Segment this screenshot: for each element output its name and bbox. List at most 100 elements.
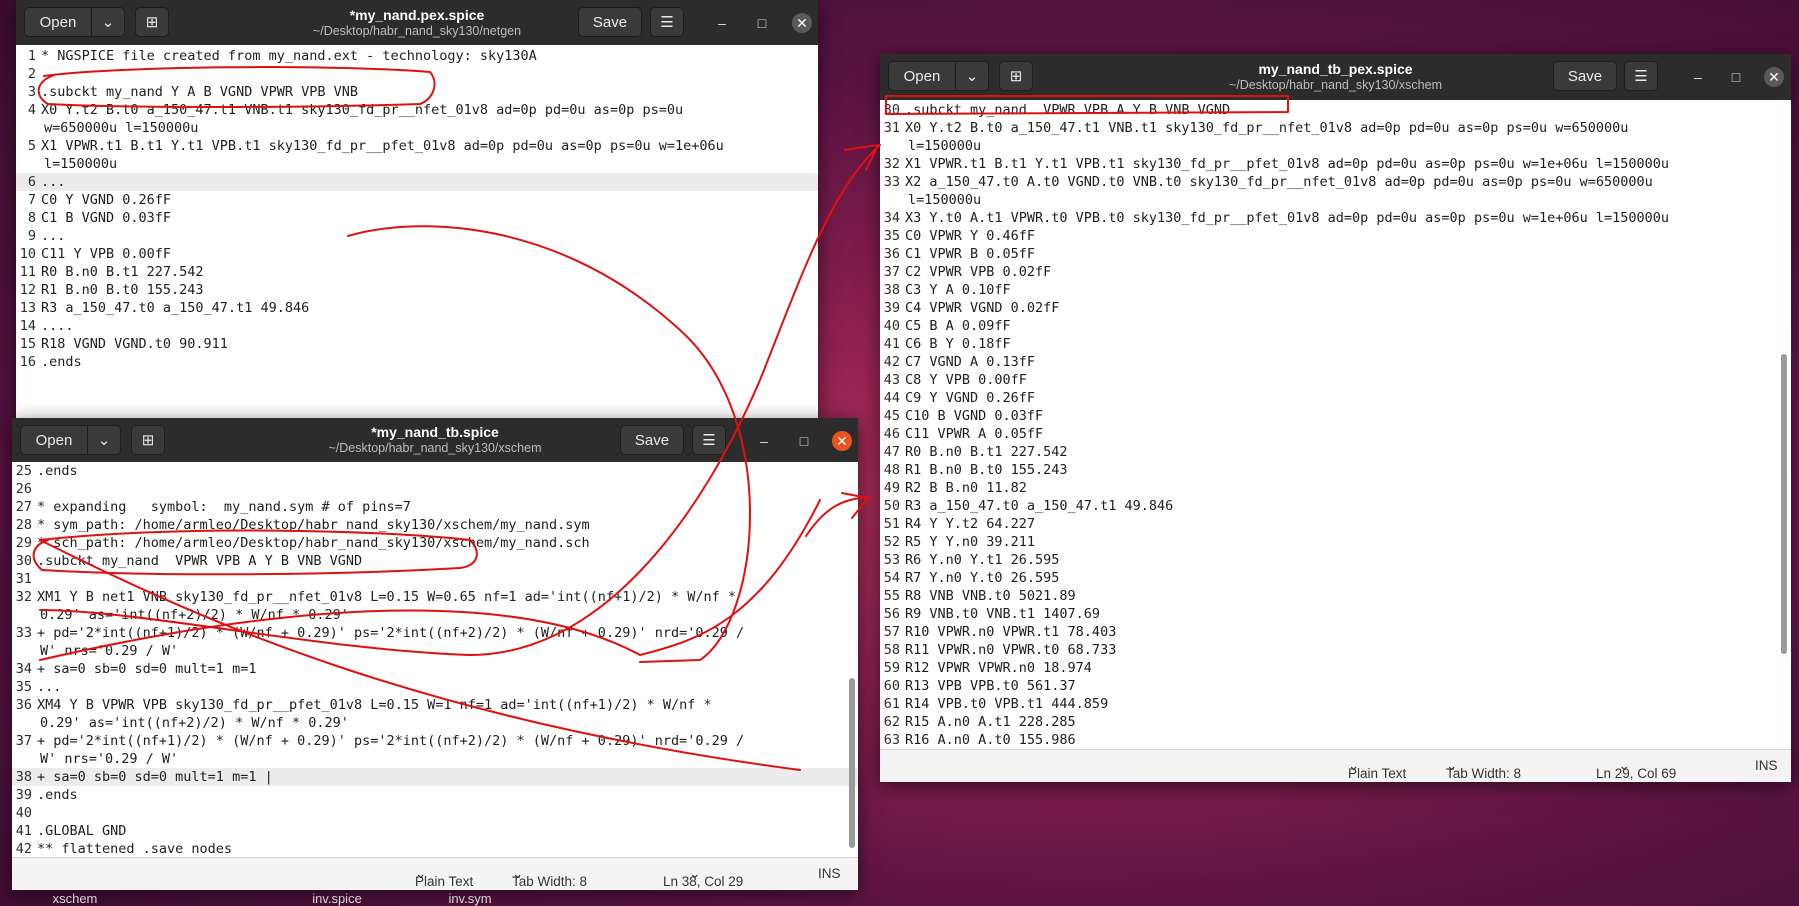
code-line[interactable]: 32 XM1 Y B net1 VNB sky130_fd_pr__nfet_01… xyxy=(12,588,858,606)
code-line[interactable]: 50 R3 a_150_47.t0 a_150_47.t1 49.846 xyxy=(880,497,1791,515)
code-line[interactable]: 39 .ends xyxy=(12,786,858,804)
code-line[interactable]: 55 R8 VNB VNB.t0 5021.89 xyxy=(880,587,1791,605)
menu-button[interactable]: ☰ xyxy=(650,7,684,37)
code-line[interactable]: 4 X0 Y.t2 B.t0 a_150_47.t1 VNB.t1 sky130_… xyxy=(16,101,818,119)
code-line[interactable]: 41 C6 B Y 0.18fF xyxy=(880,335,1791,353)
cursor-position[interactable]: Ln 29, Col 69 ⌄ xyxy=(1596,758,1676,781)
code-line[interactable]: 31 X0 Y.t2 B.t0 a_150_47.t1 VNB.t1 sky130… xyxy=(880,119,1791,137)
code-line[interactable]: 3 .subckt my_nand Y A B VGND VPWR VPB VNB xyxy=(16,83,818,101)
maximize-button[interactable]: □ xyxy=(794,431,814,451)
code-line[interactable]: 1 * NGSPICE file created from my_nand.ext… xyxy=(16,47,818,65)
minimize-button[interactable]: – xyxy=(1688,67,1708,87)
code-line[interactable]: 31 xyxy=(12,570,858,588)
code-line[interactable]: 37 + pd='2*int((nf+1)/2) * (W/nf + 0.29)'… xyxy=(12,732,858,750)
scrollbar[interactable] xyxy=(1781,354,1787,654)
code-line[interactable]: 39 C4 VPWR VGND 0.02fF xyxy=(880,299,1791,317)
save-button[interactable]: Save xyxy=(1553,61,1617,91)
code-line[interactable]: 8 C1 B VGND 0.03fF xyxy=(16,209,818,227)
code-line[interactable]: 29 * sch_path: /home/armleo/Desktop/habr_… xyxy=(12,534,858,552)
code-line[interactable]: 9... xyxy=(16,227,818,245)
code-line[interactable]: 7 C0 Y VGND 0.26fF xyxy=(16,191,818,209)
tab-width-selector[interactable]: Tab Width: 8 ⌄ xyxy=(512,866,587,889)
code-line[interactable]: 35 C0 VPWR Y 0.46fF xyxy=(880,227,1791,245)
code-line[interactable]: 11 R0 B.n0 B.t1 227.542 xyxy=(16,263,818,281)
code-line[interactable]: 58 R11 VPWR.n0 VPWR.t0 68.733 xyxy=(880,641,1791,659)
code-line[interactable]: 41 .GLOBAL GND xyxy=(12,822,858,840)
code-line[interactable]: 44 C9 Y VGND 0.26fF xyxy=(880,389,1791,407)
code-line[interactable]: 52 R5 Y Y.n0 39.211 xyxy=(880,533,1791,551)
code-line[interactable]: 45 C10 B VGND 0.03fF xyxy=(880,407,1791,425)
code-line[interactable]: 34 X3 Y.t0 A.t1 VPWR.t0 VPB.t0 sky130_fd_… xyxy=(880,209,1791,227)
code-line[interactable]: 47 R0 B.n0 B.t1 227.542 xyxy=(880,443,1791,461)
text-editor[interactable]: 1 * NGSPICE file created from my_nand.ext… xyxy=(16,45,818,420)
code-line[interactable]: 43 C8 Y VPB 0.00fF xyxy=(880,371,1791,389)
code-line[interactable]: 49 R2 B B.n0 11.82 xyxy=(880,479,1791,497)
code-line[interactable]: 6... xyxy=(16,173,818,191)
code-line[interactable]: W' nrs='0.29 / W' xyxy=(12,750,858,768)
code-line[interactable]: 42 C7 VGND A 0.13fF xyxy=(880,353,1791,371)
code-line[interactable]: l=150000u xyxy=(880,137,1791,155)
code-line[interactable]: 62 R15 A.n0 A.t1 228.285 xyxy=(880,713,1791,731)
code-line[interactable]: 56 R9 VNB.t0 VNB.t1 1407.69 xyxy=(880,605,1791,623)
menu-button[interactable]: ☰ xyxy=(1624,61,1658,91)
language-selector[interactable]: Plain Text ⌄ xyxy=(1348,758,1406,781)
minimize-button[interactable]: – xyxy=(754,431,774,451)
code-line[interactable]: 61 R14 VPB.t0 VPB.t1 444.859 xyxy=(880,695,1791,713)
code-line[interactable]: 14.... xyxy=(16,317,818,335)
code-line[interactable]: 27 * expanding symbol: my_nand.sym # of p… xyxy=(12,498,858,516)
close-button[interactable]: ✕ xyxy=(1764,67,1784,87)
text-editor[interactable]: 25 .ends 26 27 * expanding symbol: my_nand.s… xyxy=(12,462,858,858)
code-line[interactable]: W' nrs='0.29 / W' xyxy=(12,642,858,660)
code-line[interactable]: 40 C5 B A 0.09fF xyxy=(880,317,1791,335)
code-line[interactable]: 38 + sa=0 sb=0 sd=0 mult=1 m=1 | xyxy=(12,768,858,786)
maximize-button[interactable]: □ xyxy=(752,13,772,33)
code-line[interactable]: w=650000u l=150000u xyxy=(16,119,818,137)
code-line[interactable]: 48 R1 B.n0 B.t0 155.243 xyxy=(880,461,1791,479)
code-line[interactable]: 26 xyxy=(12,480,858,498)
code-line[interactable]: 42 ** flattened .save nodes xyxy=(12,840,858,858)
minimize-button[interactable]: – xyxy=(712,13,732,33)
code-line[interactable]: 32 X1 VPWR.t1 B.t1 Y.t1 VPB.t1 sky130_fd_… xyxy=(880,155,1791,173)
language-selector[interactable]: Plain Text ⌄ xyxy=(415,866,473,889)
close-button[interactable]: ✕ xyxy=(832,431,852,451)
code-line[interactable]: 60 R13 VPB VPB.t0 561.37 xyxy=(880,677,1791,695)
code-line[interactable]: 30 .subckt my_nand VPWR VPB A Y B VNB VGN… xyxy=(12,552,858,570)
code-line[interactable]: 30 .subckt my_nand VPWR VPB A Y B VNB VGN… xyxy=(880,101,1791,119)
save-button[interactable]: Save xyxy=(578,7,642,37)
insert-mode[interactable]: INS xyxy=(1755,758,1778,773)
code-line[interactable]: 59 R12 VPWR VPWR.n0 18.974 xyxy=(880,659,1791,677)
code-line[interactable]: 53 R6 Y.n0 Y.t1 26.595 xyxy=(880,551,1791,569)
code-line[interactable]: 63 R16 A.n0 A.t0 155.986 xyxy=(880,731,1791,749)
maximize-button[interactable]: □ xyxy=(1726,67,1746,87)
insert-mode[interactable]: INS xyxy=(818,866,841,881)
code-line[interactable]: 51 R4 Y Y.t2 64.227 xyxy=(880,515,1791,533)
code-line[interactable]: 25 .ends xyxy=(12,462,858,480)
code-line[interactable]: 5 X1 VPWR.t1 B.t1 Y.t1 VPB.t1 sky130_fd_p… xyxy=(16,137,818,155)
code-line[interactable]: 0.29' as='int((nf+2)/2) * W/nf * 0.29' xyxy=(12,606,858,624)
code-line[interactable]: 10 C11 Y VPB 0.00fF xyxy=(16,245,818,263)
code-line[interactable]: 12 R1 B.n0 B.t0 155.243 xyxy=(16,281,818,299)
code-line[interactable]: 34 + sa=0 sb=0 sd=0 mult=1 m=1 xyxy=(12,660,858,678)
text-editor[interactable]: 30 .subckt my_nand VPWR VPB A Y B VNB VGN… xyxy=(880,100,1791,750)
code-line[interactable]: 35... xyxy=(12,678,858,696)
code-line[interactable]: 40 xyxy=(12,804,858,822)
code-line[interactable]: 57 R10 VPWR.n0 VPWR.t1 78.403 xyxy=(880,623,1791,641)
code-line[interactable]: 36 XM4 Y B VPWR VPB sky130_fd_pr__pfet_01… xyxy=(12,696,858,714)
scrollbar[interactable] xyxy=(849,678,855,848)
code-line[interactable]: 16 .ends xyxy=(16,353,818,371)
close-button[interactable]: ✕ xyxy=(792,13,812,33)
code-line[interactable]: 33 + pd='2*int((nf+1)/2) * (W/nf + 0.29)'… xyxy=(12,624,858,642)
code-line[interactable]: 15 R18 VGND VGND.t0 90.911 xyxy=(16,335,818,353)
code-line[interactable]: 46 C11 VPWR A 0.05fF xyxy=(880,425,1791,443)
cursor-position[interactable]: Ln 38, Col 29 ⌄ xyxy=(663,866,743,889)
code-line[interactable]: l=150000u xyxy=(16,155,818,173)
code-line[interactable]: 0.29' as='int((nf+2)/2) * W/nf * 0.29' xyxy=(12,714,858,732)
code-line[interactable]: 2 xyxy=(16,65,818,83)
code-line[interactable]: 36 C1 VPWR B 0.05fF xyxy=(880,245,1791,263)
code-line[interactable]: 37 C2 VPWR VPB 0.02fF xyxy=(880,263,1791,281)
code-line[interactable]: 38 C3 Y A 0.10fF xyxy=(880,281,1791,299)
code-line[interactable]: l=150000u xyxy=(880,191,1791,209)
tab-width-selector[interactable]: Tab Width: 8 ⌄ xyxy=(1446,758,1521,781)
code-line[interactable]: 28 * sym_path: /home/armleo/Desktop/habr_… xyxy=(12,516,858,534)
code-line[interactable]: 33 X2 a_150_47.t0 A.t0 VGND.t0 VNB.t0 sky… xyxy=(880,173,1791,191)
